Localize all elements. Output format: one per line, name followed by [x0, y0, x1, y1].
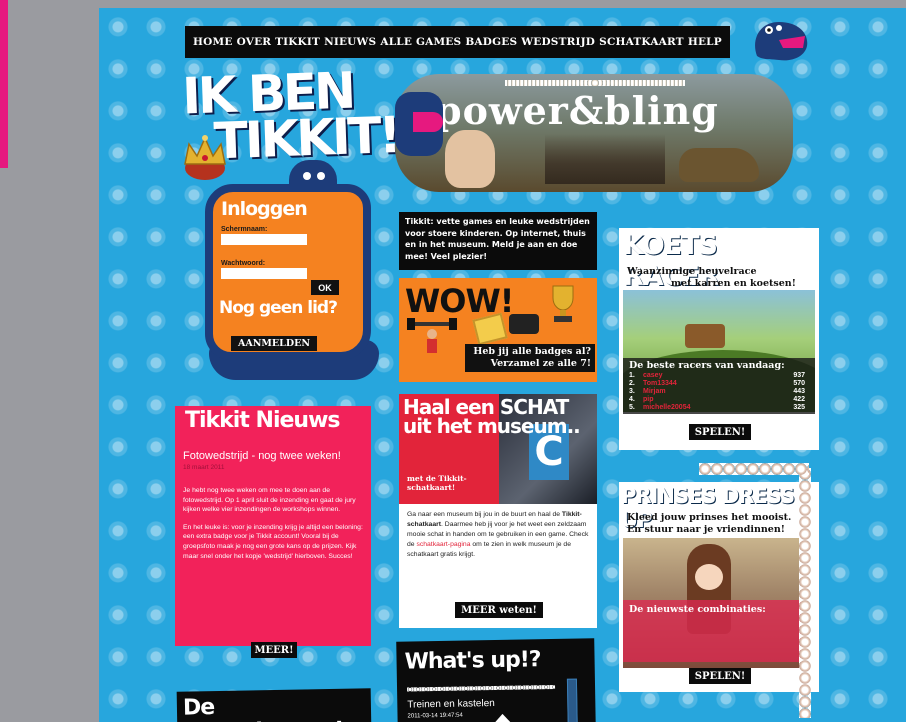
- nav-nieuws[interactable]: NIEUWS: [324, 36, 376, 48]
- nav-schatkaart[interactable]: SCHATKAART: [599, 36, 684, 48]
- schatkaart-more-button[interactable]: MEER weten!: [455, 602, 543, 618]
- monster-eye-right: [317, 172, 325, 180]
- power-bling-banner[interactable]: power&bling: [395, 74, 793, 192]
- login-title: Inloggen: [221, 198, 308, 220]
- prinses-combinations-label: De nieuwste combinaties:: [629, 604, 766, 615]
- intro-text: Tikkit: vette games en leuke wedstrijden…: [399, 212, 597, 270]
- koets-tagline-1: Waanzinnige heuvelrace: [627, 266, 757, 277]
- news-paragraph: Je hebt nog twee weken om mee te doen aa…: [183, 487, 356, 514]
- password-field[interactable]: [221, 268, 307, 279]
- prinses-combinations-band: De nieuwste combinaties:: [623, 600, 801, 662]
- prinses-tagline-1: Kleed jouw prinses het mooist.: [627, 512, 792, 523]
- cart-icon: [685, 324, 725, 348]
- nav-home[interactable]: HOME: [193, 36, 233, 48]
- allerbesten-panel: De ALLERbesten!: [176, 688, 372, 722]
- badges-caption: Heb jij alle badges al? Verzamel ze alle…: [465, 344, 595, 372]
- player-name: casey: [643, 372, 663, 379]
- whatsup-item-title[interactable]: Treinen en kastelen: [407, 698, 495, 711]
- prinses-tagline: Kleed jouw prinses het mooist. En stuur …: [627, 512, 807, 536]
- register-button[interactable]: AANMELDEN: [231, 336, 317, 351]
- monster-eye-left: [303, 172, 311, 180]
- whatsup-panel: What's up!? Treinen en kastelen 2011-03-…: [396, 638, 596, 722]
- monster-mouth: [413, 112, 443, 132]
- login-panel: Inloggen Schermnaam: Wachtwoord: OK Nog …: [205, 184, 371, 360]
- nav-help[interactable]: HELP: [688, 36, 722, 48]
- rank: 1.: [629, 372, 635, 379]
- lion-figure: [679, 148, 759, 182]
- highscore-table: De beste racers van vandaag: 1. casey 93…: [623, 358, 815, 414]
- whatsup-title: What's up!?: [404, 647, 541, 675]
- schatkaart-link[interactable]: schatkaart-pagina: [416, 541, 470, 548]
- username-label: Schermnaam:: [221, 226, 268, 233]
- badges-panel[interactable]: WOW! Heb jij alle badges al? Verzamel ze…: [399, 278, 597, 382]
- highscore-header: De beste racers van vandaag:: [629, 360, 785, 371]
- tikkit-page: HOME OVER TIKKIT NIEUWS ALLE GAMES BADGE…: [99, 8, 906, 722]
- nav-over-tikkit[interactable]: OVER TIKKIT: [237, 36, 320, 48]
- score: 937: [793, 372, 805, 379]
- main-nav: HOME OVER TIKKIT NIEUWS ALLE GAMES BADGE…: [185, 26, 730, 58]
- rank: 4.: [629, 396, 635, 403]
- camera-icon: [509, 314, 539, 334]
- login-ok-button[interactable]: OK: [311, 280, 339, 295]
- weightlifter-icon: [407, 318, 457, 353]
- koets-play-button[interactable]: SPELEN!: [689, 424, 751, 440]
- news-paragraph: En het leuke is: voor je inzending krijg…: [183, 523, 363, 560]
- news-item-title[interactable]: Fotowedstrijd - nog twee weken!: [183, 450, 341, 462]
- nav-alle-games[interactable]: ALLE GAMES: [380, 36, 461, 48]
- schatkaart-body: Ga naar een museum bij jou in de buurt e…: [407, 510, 589, 560]
- pearl-necklace-vertical: [799, 468, 811, 718]
- schatkaart-banner[interactable]: C Haal een SCHAT uit het museum.. met de…: [399, 394, 597, 504]
- koets-tagline-2: met karren en koetsen!: [671, 278, 796, 289]
- password-label: Wachtwoord:: [221, 260, 266, 267]
- side-accent-strip: [0, 0, 8, 168]
- power-bling-title: power&bling: [435, 88, 719, 133]
- whatsup-item-date: 2011-03-14 19:47:54: [407, 712, 463, 720]
- allerbesten-title: De ALLERbesten!: [182, 695, 344, 722]
- schatkaart-panel: C Haal een SCHAT uit het museum.. met de…: [399, 394, 597, 628]
- nav-wedstrijd[interactable]: WEDSTRIJD: [521, 36, 595, 48]
- schatkaart-subtitle: met de Tikkit-schatkaart!: [407, 474, 467, 492]
- score: 325: [793, 404, 805, 411]
- trophy-icon: [552, 285, 574, 322]
- score: 443: [793, 388, 805, 395]
- player-name: michelle20054: [643, 404, 691, 411]
- badges-caption-line1: Heb jij alle badges al?: [473, 346, 591, 357]
- monster-mascot-icon: [755, 22, 808, 61]
- rank: 2.: [629, 380, 635, 387]
- nav-badges[interactable]: BADGES: [465, 36, 517, 48]
- username-field[interactable]: [221, 234, 307, 245]
- player-name: pip: [643, 396, 654, 403]
- prinses-dressup-panel: PRINSES DRESS UP Kleed jouw prinses het …: [619, 482, 819, 692]
- rank: 3.: [629, 388, 635, 395]
- rank: 5.: [629, 404, 635, 411]
- badges-caption-line2: Verzamel ze alle 7!: [490, 358, 591, 369]
- pearl-necklace-horizontal: [699, 463, 809, 475]
- player-name: Mirjam: [643, 388, 666, 395]
- princess-face: [695, 564, 723, 590]
- news-item-body: Je hebt nog twee weken om mee te doen aa…: [183, 486, 365, 561]
- news-title: Tikkit Nieuws: [185, 408, 340, 433]
- schatkaart-title: Haal een SCHAT uit het museum..: [403, 395, 581, 438]
- score: 570: [793, 380, 805, 387]
- dotted-divider: [407, 684, 556, 692]
- cherub-figure: [445, 130, 495, 188]
- no-member-link[interactable]: Nog geen lid?: [219, 298, 338, 318]
- prinses-play-button[interactable]: SPELEN!: [689, 668, 751, 684]
- news-more-button[interactable]: MEER!: [251, 642, 297, 658]
- prinses-tagline-2: En stuur naar je vriendinnen!: [627, 524, 785, 535]
- pearl-string: [505, 80, 685, 86]
- schatkaart-text: Ga naar een museum bij jou in de buurt e…: [407, 511, 562, 518]
- news-panel: Tikkit Nieuws Fotowedstrijd - nog twee w…: [175, 406, 371, 658]
- crown-icon: [184, 135, 226, 180]
- news-item-date: 18 maart 2011: [183, 464, 225, 471]
- whatsup-scrollbar[interactable]: [566, 678, 578, 722]
- blue-monster-icon: [395, 92, 443, 156]
- player-name: Tom13344: [643, 380, 677, 387]
- ships-painting: [545, 134, 665, 184]
- score: 422: [793, 396, 805, 403]
- up-arrow-icon[interactable]: [491, 713, 514, 722]
- koets-racer-panel: KOETS RACER Waanzinnige heuvelrace met k…: [619, 228, 819, 450]
- koets-racer-tagline: Waanzinnige heuvelrace met karren en koe…: [627, 266, 815, 290]
- ticket-icon: [472, 312, 508, 346]
